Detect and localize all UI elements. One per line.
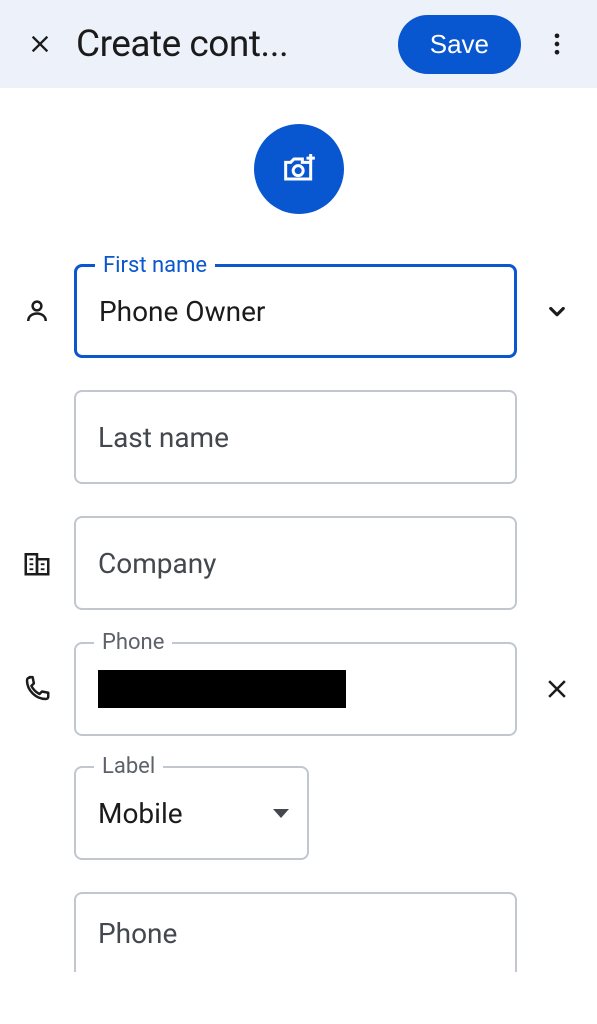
- company-icon-slot: [20, 548, 54, 578]
- phone-input-2[interactable]: [98, 917, 493, 950]
- first-name-row: First name: [20, 264, 577, 358]
- phone-icon-slot: [20, 674, 54, 704]
- caret-down-icon: [273, 809, 289, 818]
- contact-form: First name: [0, 264, 597, 972]
- app-header: Create cont... Save: [0, 0, 597, 88]
- phone-field-2[interactable]: [74, 892, 517, 972]
- phone-type-value: Mobile: [98, 797, 183, 830]
- company-icon: [22, 548, 52, 578]
- chevron-down-icon: [542, 296, 572, 326]
- person-icon: [22, 296, 52, 326]
- company-row: [20, 516, 577, 610]
- phone-row-2: [20, 892, 577, 972]
- add-photo-icon: [279, 149, 319, 189]
- phone-field-1[interactable]: Phone: [74, 642, 517, 736]
- last-name-row: [20, 390, 577, 484]
- first-name-label: First name: [95, 253, 215, 278]
- phone-type-label: Label: [94, 754, 163, 779]
- add-photo-button[interactable]: [254, 124, 344, 214]
- close-icon: [542, 674, 572, 704]
- more-button[interactable]: [533, 20, 581, 68]
- phone-icon: [22, 674, 52, 704]
- phone-value-redacted: [98, 670, 346, 708]
- close-button[interactable]: [16, 20, 64, 68]
- company-field[interactable]: [74, 516, 517, 610]
- expand-name-button[interactable]: [537, 296, 577, 326]
- phone-type-select[interactable]: Label Mobile: [74, 766, 309, 860]
- first-name-input[interactable]: [99, 295, 492, 328]
- page-title: Create cont...: [76, 23, 386, 66]
- phone-row: Phone: [20, 642, 577, 736]
- company-input[interactable]: [98, 547, 493, 580]
- phone-label-row: Label Mobile: [20, 766, 577, 860]
- close-icon: [26, 30, 54, 58]
- first-name-field[interactable]: First name: [74, 264, 517, 358]
- last-name-input[interactable]: [98, 421, 493, 454]
- avatar-section: [0, 88, 597, 264]
- save-button[interactable]: Save: [398, 15, 521, 74]
- person-icon-slot: [20, 296, 54, 326]
- remove-phone-button[interactable]: [537, 674, 577, 704]
- phone-label-1: Phone: [94, 630, 172, 655]
- last-name-field[interactable]: [74, 390, 517, 484]
- more-vert-icon: [543, 30, 571, 58]
